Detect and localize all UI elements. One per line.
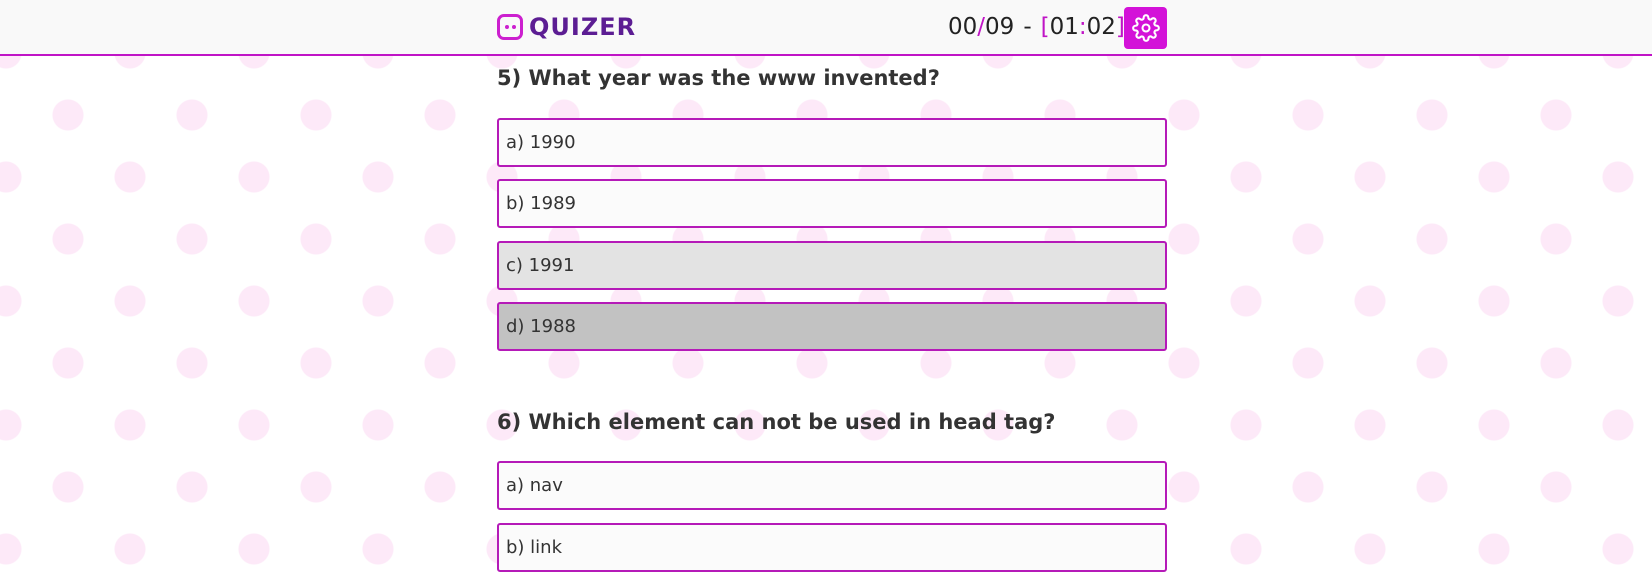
- answer-option-b[interactable]: b) link: [497, 523, 1167, 572]
- open-bracket: [: [1040, 14, 1050, 40]
- answer-option-d[interactable]: d) 1988: [497, 302, 1167, 351]
- gear-icon: [1131, 14, 1160, 42]
- slash: /: [977, 14, 986, 40]
- total-count: 09: [985, 14, 1015, 40]
- answer-option-c[interactable]: c) 1991: [497, 241, 1167, 290]
- answer-option-a[interactable]: a) nav: [497, 461, 1167, 510]
- question-title: 6) Which element can not be used in head…: [497, 410, 1056, 434]
- timer-minutes: 01: [1049, 14, 1079, 40]
- app-logo[interactable]: QUIZER: [497, 12, 636, 42]
- question-title: 5) What year was the www invented?: [497, 66, 940, 90]
- settings-button[interactable]: [1124, 7, 1167, 49]
- progress-timer: 00 / 09 - [ 01 : 02 ]: [948, 10, 1125, 44]
- question-6: 6) Which element can not be used in head…: [497, 410, 1167, 572]
- separator: -: [1023, 14, 1032, 40]
- answered-count: 00: [948, 14, 978, 40]
- question-5: 5) What year was the www invented? a) 19…: [497, 66, 1167, 351]
- answer-option-a[interactable]: a) 1990: [497, 118, 1167, 167]
- chat-bubble-icon: [497, 14, 523, 40]
- timer-colon: :: [1078, 14, 1087, 40]
- app-name: QUIZER: [529, 13, 637, 41]
- timer-seconds: 02: [1086, 14, 1116, 40]
- top-bar: QUIZER 00 / 09 - [ 01 : 02 ]: [0, 0, 1652, 56]
- answer-option-b[interactable]: b) 1989: [497, 179, 1167, 228]
